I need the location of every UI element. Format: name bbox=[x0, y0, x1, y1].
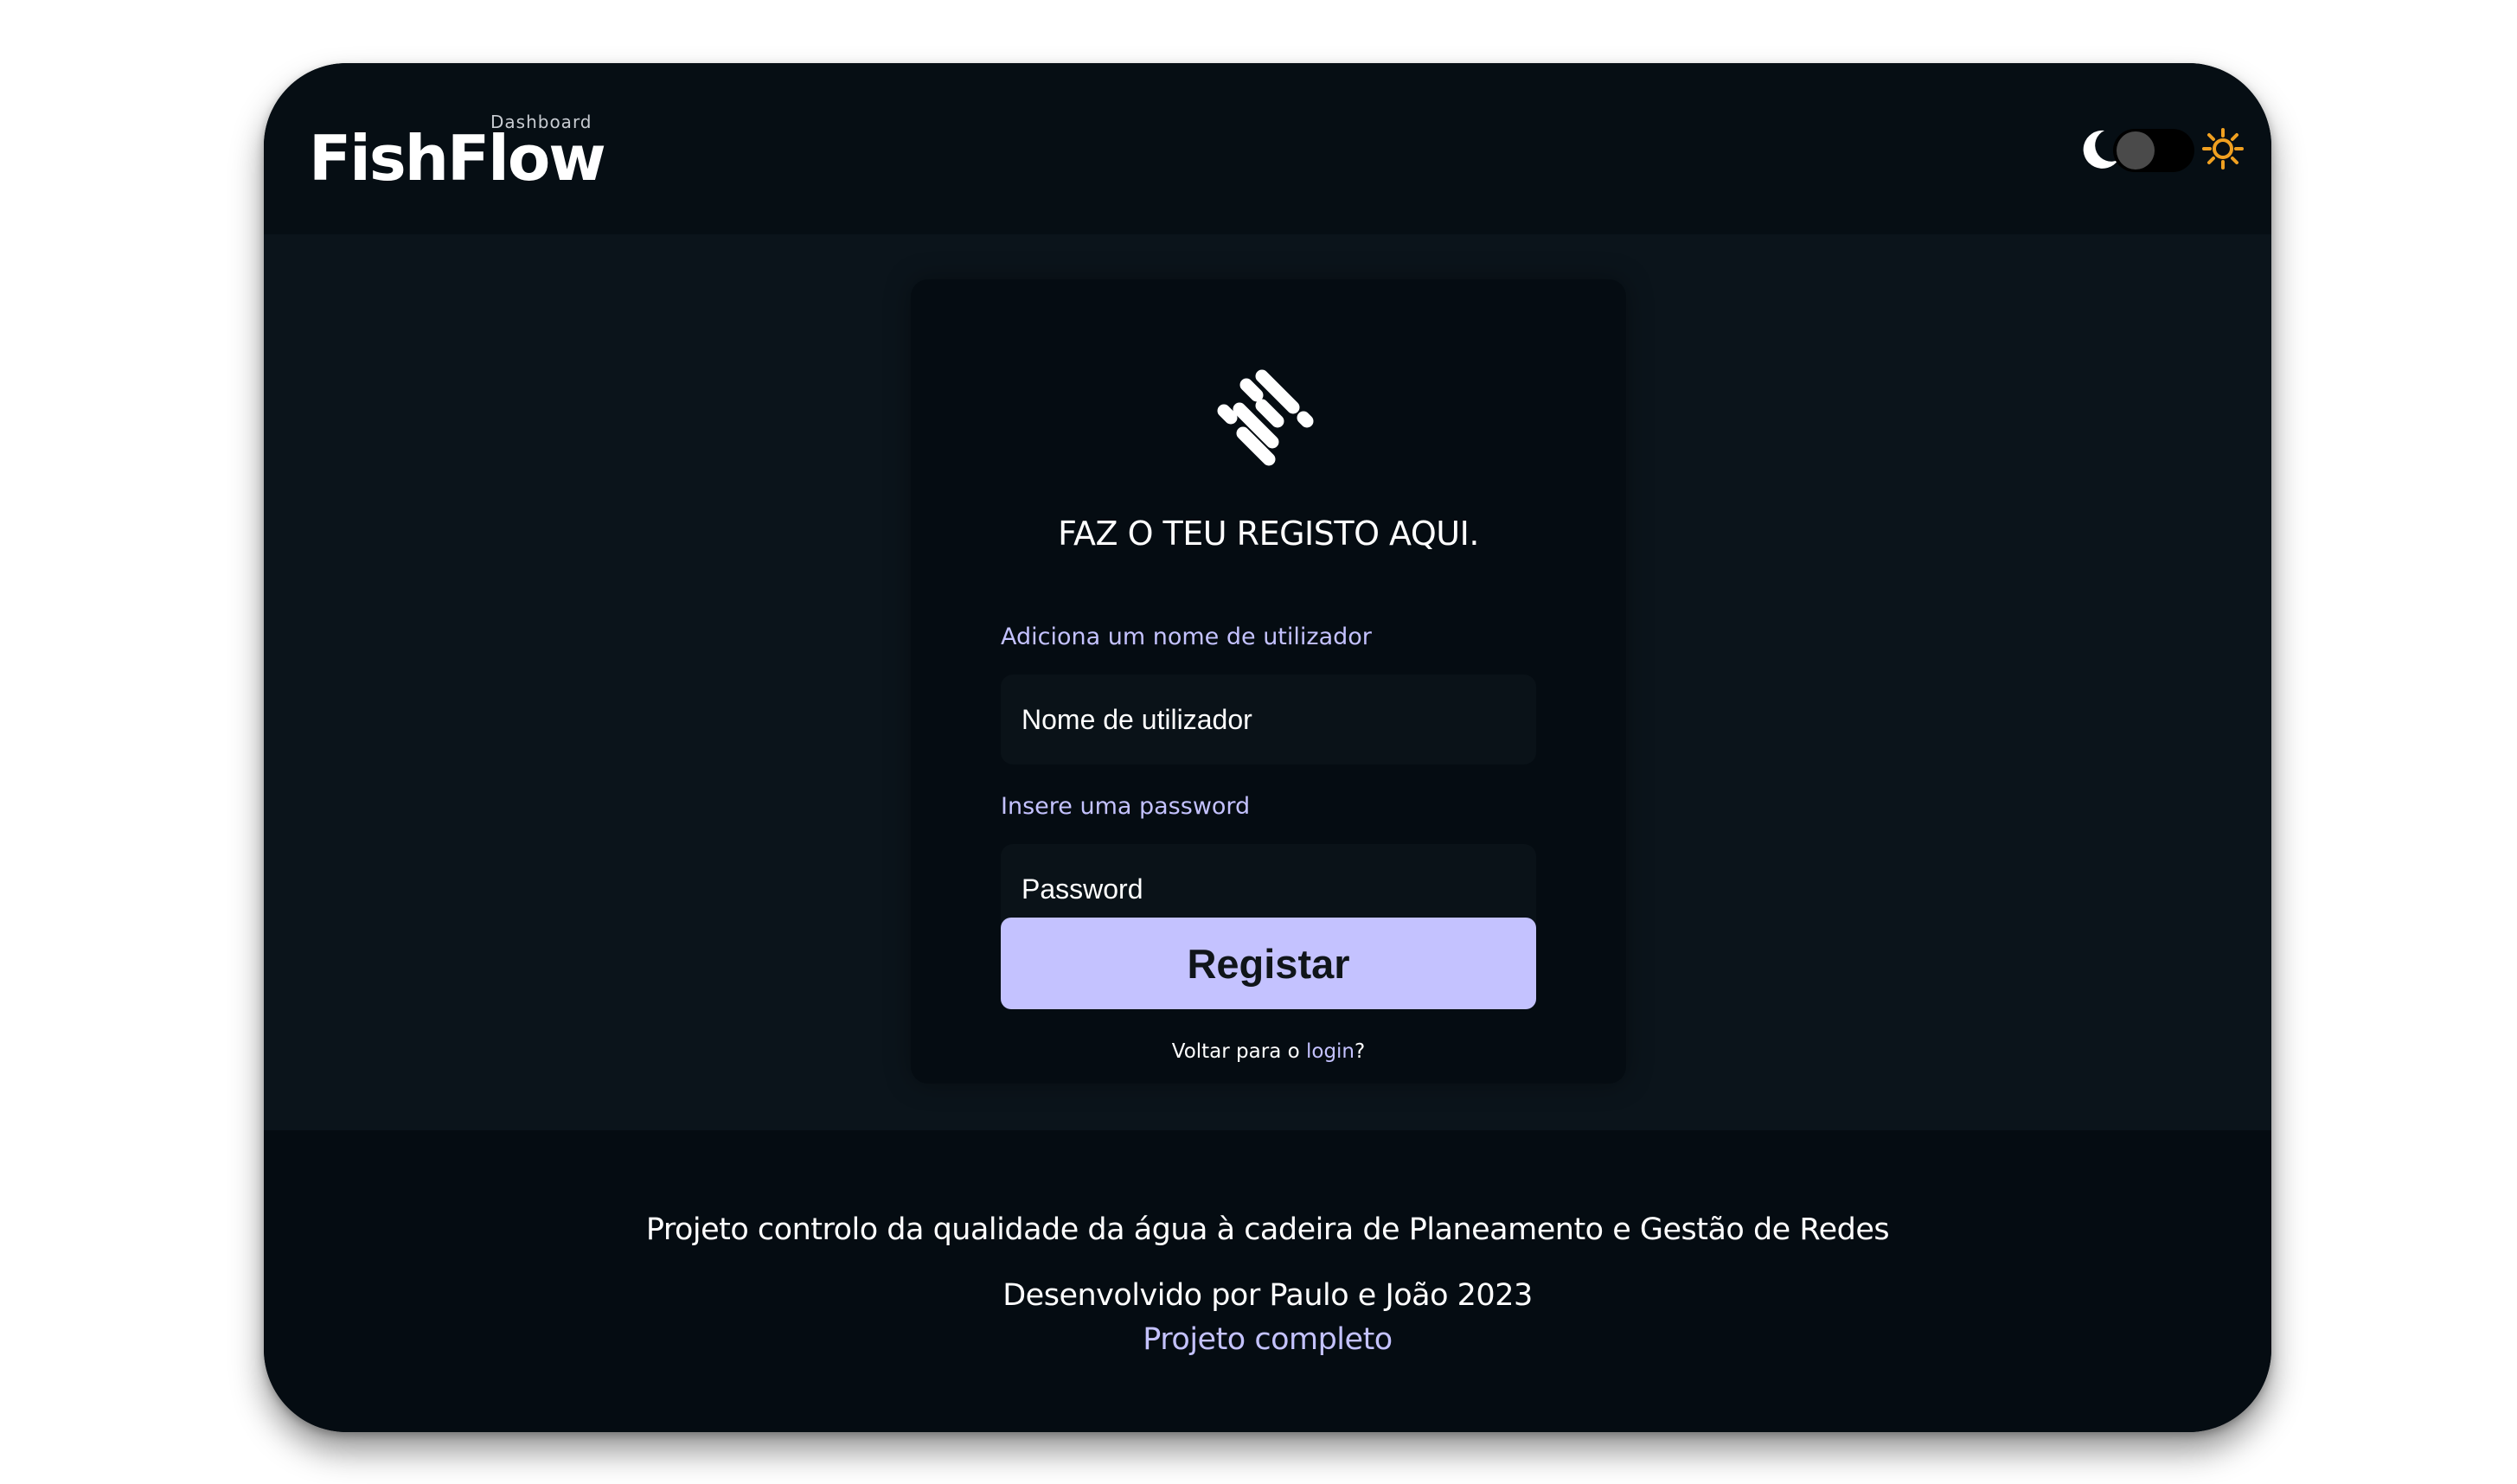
back-text: Voltar para o bbox=[1171, 1040, 1300, 1063]
footer-credits: Desenvolvido por Paulo e João 2023 bbox=[1002, 1278, 1533, 1313]
username-label: Adiciona um nome de utilizador bbox=[1001, 624, 1372, 650]
top-header: FishFlow Dashboard bbox=[264, 63, 2271, 234]
theme-toggle[interactable] bbox=[2078, 127, 2251, 176]
password-label: Insere uma password bbox=[1001, 793, 1251, 820]
form-title: FAZ O TEU REGISTO AQUI. bbox=[1058, 515, 1479, 553]
app-window: FishFlow Dashboard FAZ O TEU REGISTO AQU… bbox=[264, 63, 2271, 1432]
brand-logo[interactable]: FishFlow Dashboard bbox=[309, 112, 606, 201]
sun-icon bbox=[2202, 128, 2244, 170]
logo-subtitle: Dashboard bbox=[490, 112, 592, 132]
username-input[interactable] bbox=[1001, 675, 1536, 764]
footer: Projeto controlo da qualidade da água à … bbox=[264, 1130, 2271, 1432]
full-project-link[interactable]: Projeto completo bbox=[264, 1322, 2271, 1357]
back-suffix: ? bbox=[1355, 1040, 1366, 1063]
back-to-login: Voltar para o login? bbox=[911, 1040, 1626, 1063]
register-button[interactable]: Registar bbox=[1001, 918, 1536, 1009]
login-link[interactable]: login bbox=[1306, 1040, 1355, 1063]
app-logo-icon bbox=[1217, 369, 1314, 466]
toggle-switch[interactable] bbox=[2113, 129, 2194, 172]
toggle-knob[interactable] bbox=[2117, 131, 2155, 170]
footer-project-description: Projeto controlo da qualidade da água à … bbox=[645, 1212, 1890, 1247]
main-content: FAZ O TEU REGISTO AQUI. Adiciona um nome… bbox=[264, 234, 2271, 1130]
register-card: FAZ O TEU REGISTO AQUI. Adiciona um nome… bbox=[911, 279, 1626, 1084]
